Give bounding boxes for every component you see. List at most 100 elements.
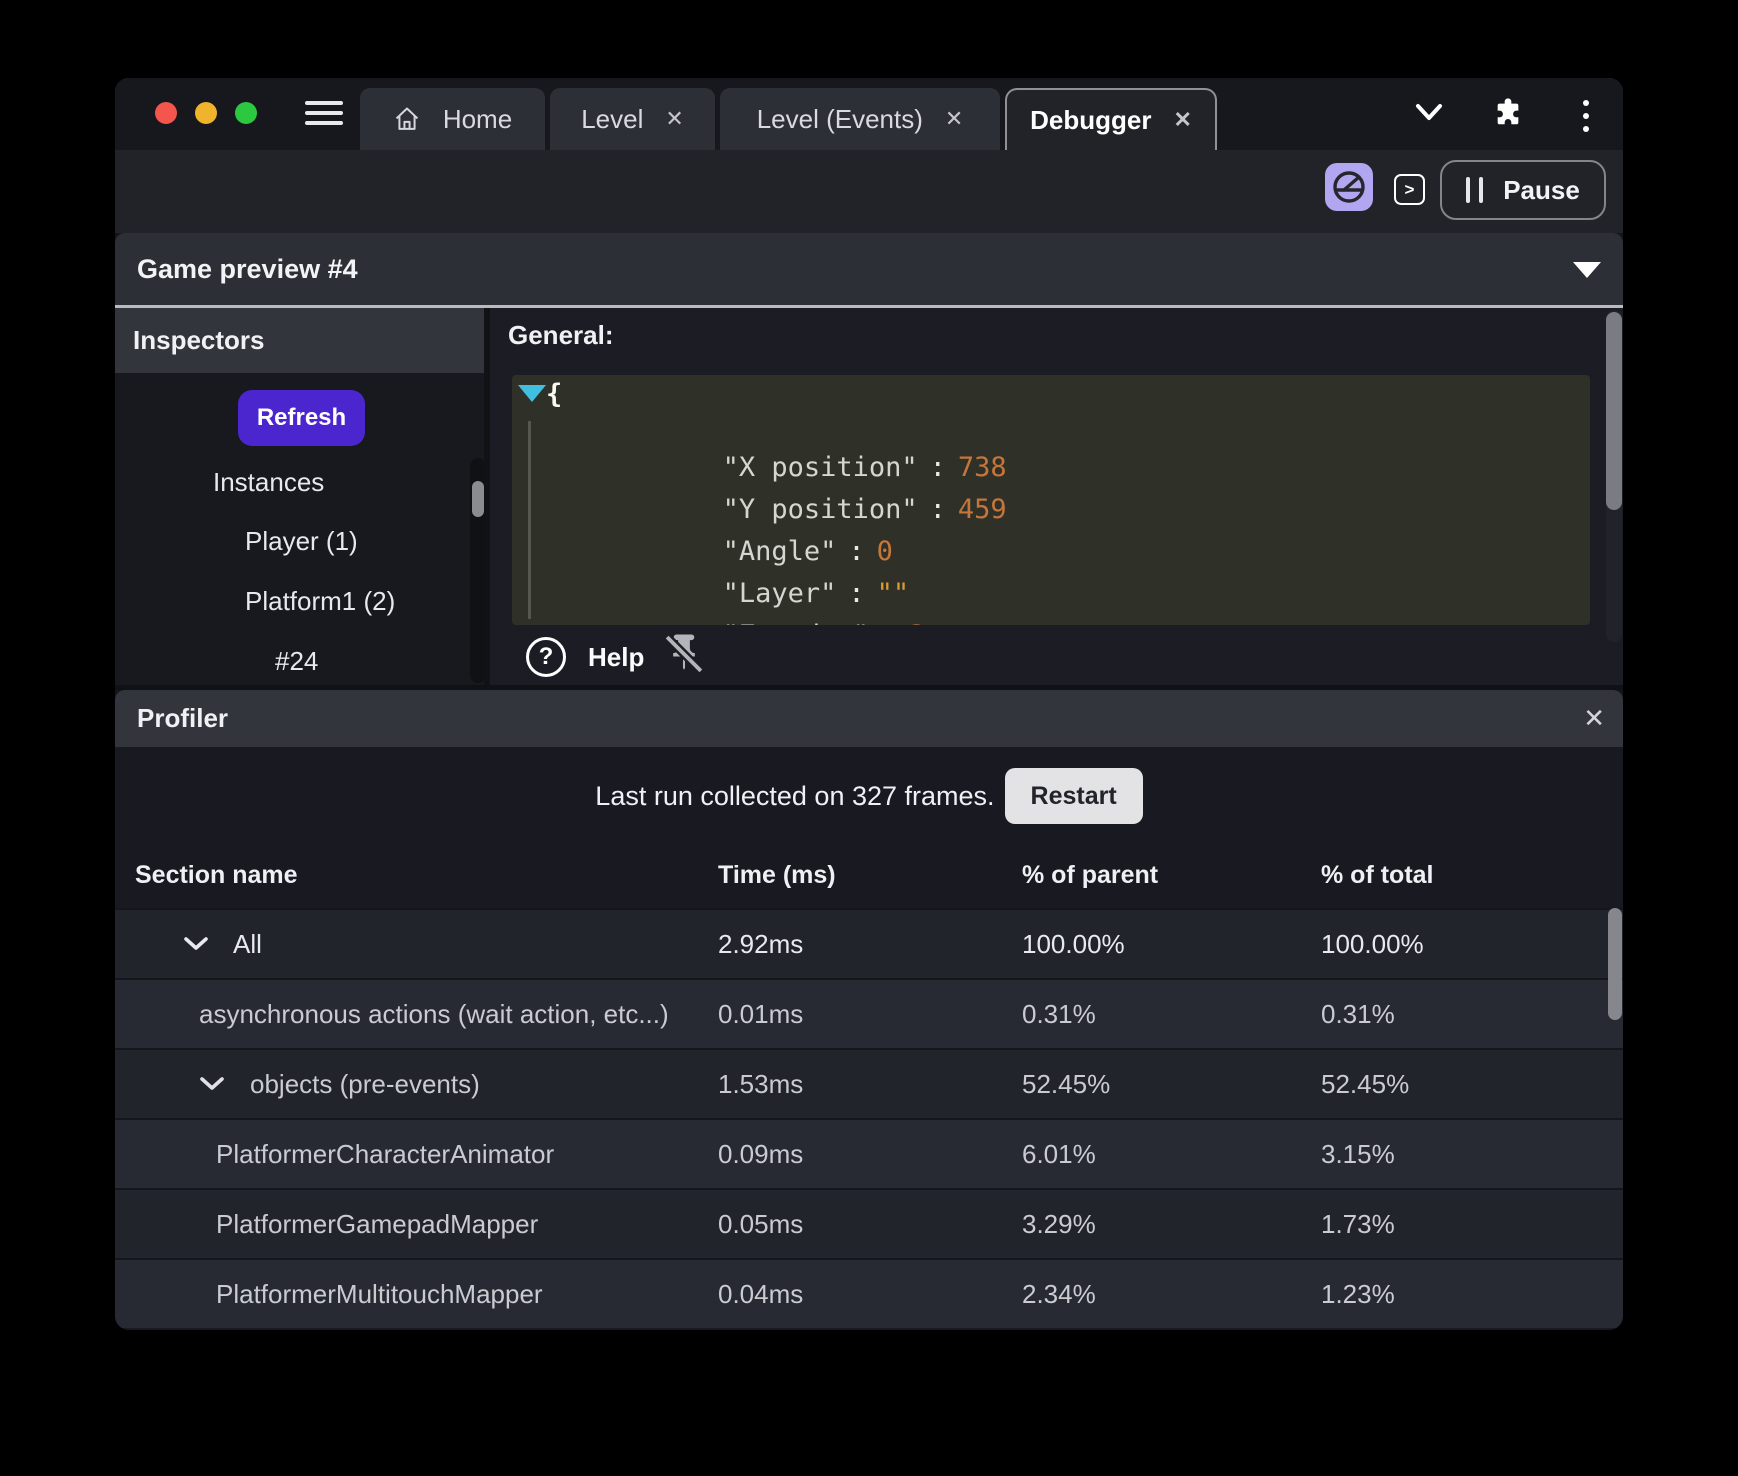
extensions-puzzle-icon[interactable] [1492,96,1524,128]
percent-total-cell: 1.73% [1321,1209,1395,1240]
tree-item-platform1[interactable]: Platform1 (2) [245,585,395,617]
section-name: PlatformerCharacterAnimator [216,1139,554,1170]
expand-triangle-icon[interactable] [518,385,546,402]
section-name: PlatformerGamepadMapper [216,1209,538,1240]
table-row-gamepad-mapper[interactable]: PlatformerGamepadMapper 0.05ms 3.29% 1.7… [115,1188,1623,1258]
tree-item-label: #24 [275,646,318,677]
question-mark-icon: ? [539,643,554,671]
tree-item-label: Platform1 (2) [245,586,395,617]
pin-off-icon [662,632,706,676]
minimize-window-button[interactable] [195,102,217,124]
section-name: objects (pre-events) [250,1069,480,1100]
percent-parent-cell: 100.00% [1022,929,1125,960]
help-button[interactable]: ? [526,637,566,677]
column-header-parent: % of parent [1022,861,1158,890]
debugger-window: Home Level ✕ Level (Events) ✕ Debugger ✕ [115,78,1623,1330]
percent-total-cell: 1.23% [1321,1279,1395,1310]
column-header-time: Time (ms) [718,861,836,890]
section-name: PlatformerMultitouchMapper [216,1279,543,1310]
collapse-triangle-icon[interactable] [1573,262,1601,278]
table-row-objects-pre-events[interactable]: objects (pre-events) 1.53ms 52.45% 52.45… [115,1048,1623,1118]
chevron-down-icon[interactable] [183,936,209,952]
tab-level[interactable]: Level ✕ [550,88,715,150]
inspectors-title: Inspectors [133,325,265,356]
percent-parent-cell: 0.31% [1022,999,1096,1030]
property-key: "Z order" [723,620,869,625]
section-name: All [233,929,262,960]
column-header-section: Section name [135,861,298,890]
json-property-row[interactable]: "Z order": 3 [560,589,925,625]
game-preview-title: Game preview #4 [137,233,358,305]
chevron-down-icon[interactable] [1415,103,1443,123]
percent-parent-cell: 6.01% [1022,1139,1096,1170]
close-window-button[interactable] [155,102,177,124]
percent-parent-cell: 3.29% [1022,1209,1096,1240]
colon: : [930,494,946,525]
tree-item-instances[interactable]: Instances [213,466,324,498]
profiler-title: Profiler [137,690,228,747]
table-row-async[interactable]: asynchronous actions (wait action, etc..… [115,978,1623,1048]
main-menu-icon[interactable] [305,101,343,125]
inspectors-panel: Inspectors Refresh Instances Player (1) … [115,308,490,685]
tab-home[interactable]: Home [360,88,545,150]
tab-close-icon[interactable]: ✕ [945,106,963,132]
kebab-menu-icon[interactable] [1583,100,1589,132]
time-cell: 0.05ms [718,1209,803,1240]
properties-json-view: { "X position":738 "Y position":459 "Ang… [512,375,1590,625]
percent-parent-cell: 2.34% [1022,1279,1096,1310]
time-cell: 1.53ms [718,1069,803,1100]
window-titlebar: Home Level ✕ Level (Events) ✕ Debugger ✕ [115,78,1623,150]
gauge-icon [1330,168,1368,206]
maximize-window-button[interactable] [235,102,257,124]
column-header-total: % of total [1321,861,1434,890]
details-scrollbar-thumb[interactable] [1606,312,1622,510]
tree-item-instance-24[interactable]: #24 [275,645,318,677]
tab-debugger[interactable]: Debugger ✕ [1005,88,1217,150]
restart-button-label: Restart [1031,782,1117,811]
profiler-table-header: Section name Time (ms) % of parent % of … [115,847,1623,908]
tab-close-icon[interactable]: ✕ [665,106,683,132]
table-row-character-animator[interactable]: PlatformerCharacterAnimator 0.09ms 6.01%… [115,1118,1623,1188]
debugger-toolbar: > Pause [115,150,1623,233]
pause-button-label: Pause [1503,175,1580,206]
profiler-gauge-button[interactable] [1325,163,1373,211]
game-preview-header: Game preview #4 [115,233,1623,305]
refresh-button[interactable]: Refresh [238,390,365,446]
close-icon[interactable]: ✕ [1583,690,1605,747]
percent-total-cell: 3.15% [1321,1139,1395,1170]
time-cell: 0.09ms [718,1139,803,1170]
profiler-header: Profiler ✕ [115,690,1623,747]
time-cell: 2.92ms [718,929,803,960]
tab-home-label: Home [443,104,512,135]
tree-item-player[interactable]: Player (1) [245,525,358,557]
colon: : [881,620,897,625]
pause-button[interactable]: Pause [1440,160,1606,220]
inspectors-header: Inspectors [115,308,484,373]
unpin-button[interactable] [662,632,706,676]
property-value: 3 [909,620,925,625]
table-row-all[interactable]: All 2.92ms 100.00% 100.00% [115,908,1623,978]
restart-button[interactable]: Restart [1005,768,1143,824]
table-row-multitouch-mapper[interactable]: PlatformerMultitouchMapper 0.04ms 2.34% … [115,1258,1623,1328]
tab-close-icon[interactable]: ✕ [1173,107,1191,133]
section-name: asynchronous actions (wait action, etc..… [199,999,669,1030]
tab-debugger-label: Debugger [1030,105,1151,136]
tab-level-events[interactable]: Level (Events) ✕ [720,88,1000,150]
home-icon [393,105,421,133]
console-button[interactable]: > [1394,174,1425,205]
help-label: Help [588,642,644,673]
tab-level-label: Level [581,104,643,135]
tree-item-label: Player (1) [245,526,358,557]
profiler-scrollbar-thumb[interactable] [1608,908,1622,1020]
debugger-panels: Inspectors Refresh Instances Player (1) … [115,308,1623,685]
percent-total-cell: 100.00% [1321,929,1424,960]
refresh-button-label: Refresh [257,404,346,432]
instance-details-panel: General: { "X position":738 "Y position"… [496,308,1623,685]
tree-item-label: Instances [213,467,324,498]
chevron-down-icon[interactable] [199,1076,225,1092]
pause-icon [1466,177,1483,203]
profiler-status-row: Last run collected on 327 frames. Restar… [115,767,1623,825]
property-value: 459 [958,494,1007,525]
console-icon: > [1405,180,1415,200]
inspectors-scrollbar-thumb[interactable] [472,481,484,517]
